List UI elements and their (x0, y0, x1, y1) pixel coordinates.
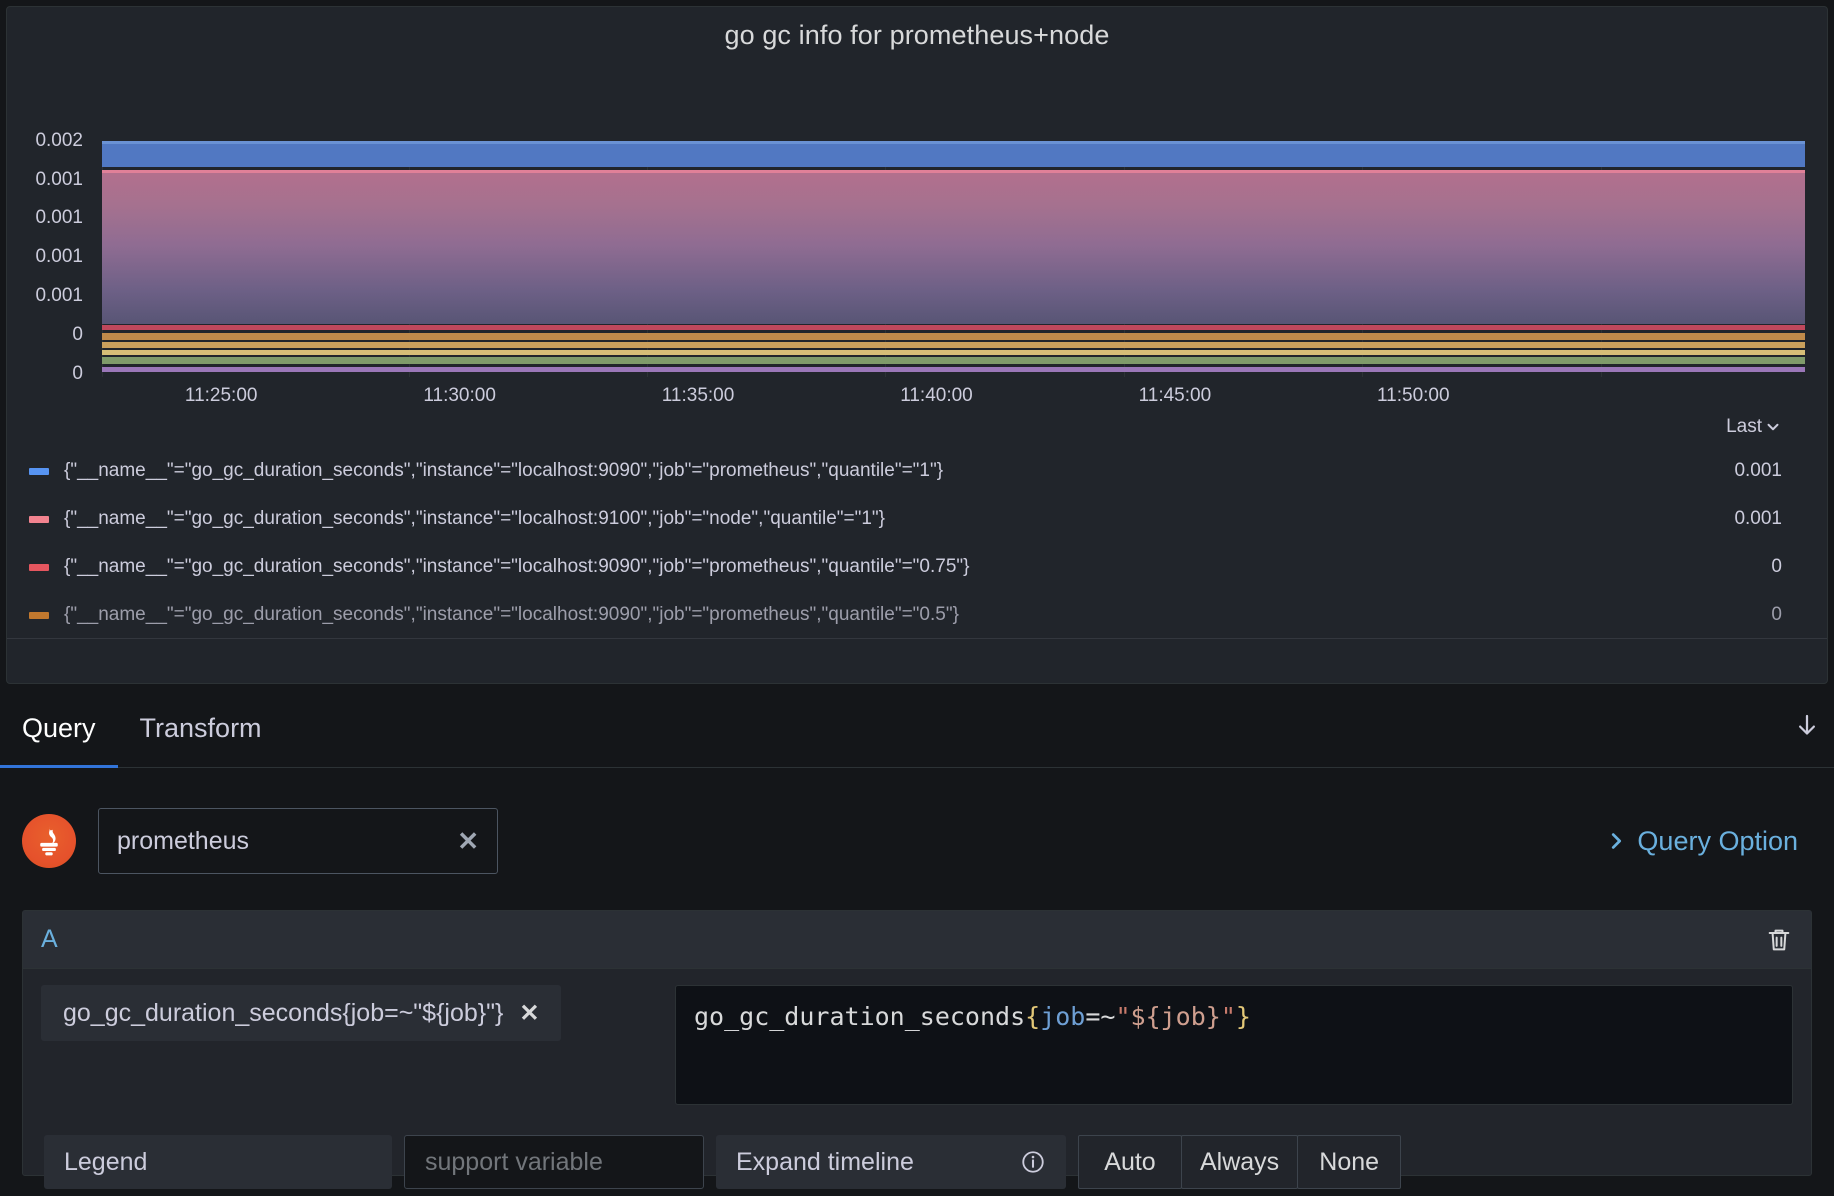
editor-tab-bar: Query Transform (0, 690, 1834, 768)
arrow-down-icon (1799, 714, 1815, 735)
expand-timeline-radio-group: Auto Always None (1078, 1135, 1402, 1189)
legend-color-swatch[interactable] (29, 611, 49, 619)
y-axis-tick: 0 (72, 324, 83, 345)
legend-item-value: 0 (1771, 604, 1782, 625)
legend-color-swatch[interactable] (29, 515, 49, 523)
tab-transform[interactable]: Transform (118, 690, 284, 768)
legend-item-label: {"__name__"="go_gc_duration_seconds","in… (64, 460, 944, 481)
query-body: go_gc_duration_seconds{job=~"${job}"} ✕ … (23, 969, 1811, 1105)
y-axis-tick: 0.001 (35, 246, 83, 267)
radio-auto-label: Auto (1104, 1147, 1156, 1176)
legend-option-label: Legend (44, 1135, 392, 1189)
legend-label-text: Legend (64, 1147, 148, 1176)
query-row-header: A (23, 911, 1811, 969)
tab-query-label: Query (22, 713, 96, 743)
legend: Last {"__name__"="go_gc_duration_seconds… (7, 407, 1827, 639)
promql-quote-close: " (1220, 1002, 1236, 1031)
radio-always-label: Always (1200, 1147, 1280, 1176)
series-band-prometheus-q1 (102, 141, 1805, 167)
legend-item-value: 0.001 (1734, 508, 1782, 529)
metric-selector-pill[interactable]: go_gc_duration_seconds{job=~"${job}"} ✕ (41, 985, 562, 1041)
legend-item[interactable]: {"__name__"="go_gc_duration_seconds","in… (7, 591, 1827, 639)
legend-header-label: Last (1726, 416, 1762, 437)
metric-pill-column: go_gc_duration_seconds{job=~"${job}"} ✕ (41, 985, 657, 1105)
panel-editor-root: go gc info for prometheus+node 0.002 0.0… (0, 0, 1834, 1196)
legend-item-label: {"__name__"="go_gc_duration_seconds","in… (64, 604, 959, 625)
series-line-extra-violet (102, 367, 1805, 372)
x-axis-tick: 11:45:00 (1138, 385, 1212, 406)
prometheus-flame-icon (40, 826, 58, 856)
expand-timeline-label: Expand timeline (736, 1147, 914, 1176)
series-line-prometheus-q075 (102, 325, 1805, 330)
y-axis-tick: 0.001 (35, 285, 83, 306)
series-line-extra-yellow (102, 350, 1805, 355)
y-axis-tick: 0 (72, 363, 83, 384)
x-axis-tick: 11:30:00 (423, 385, 496, 406)
legend-format-input[interactable] (404, 1135, 704, 1189)
query-options-toggle[interactable]: Query Option (1605, 826, 1812, 857)
collapse-pane-button[interactable] (1792, 711, 1822, 746)
tab-query[interactable]: Query (0, 690, 118, 768)
legend-color-swatch[interactable] (29, 563, 49, 571)
promql-open-brace: { (1025, 1002, 1041, 1031)
x-axis-tick: 11:50:00 (1377, 385, 1450, 406)
radio-none-label: None (1319, 1147, 1380, 1176)
legend-sort-last[interactable]: Last (1726, 416, 1782, 438)
query-options-label: Query Option (1637, 825, 1798, 856)
x-axis-tick: 11:40:00 (900, 385, 973, 406)
y-axis: 0.002 0.001 0.001 0.001 0.001 0 0 (7, 63, 91, 384)
legend-scroll-divider (7, 638, 1827, 639)
expand-timeline-option: Expand timeline (716, 1135, 1066, 1189)
legend-item[interactable]: {"__name__"="go_gc_duration_seconds","in… (7, 495, 1827, 543)
legend-item-label: {"__name__"="go_gc_duration_seconds","in… (64, 508, 885, 529)
x-axis-tick: 11:25:00 (184, 385, 258, 406)
radio-always[interactable]: Always (1181, 1135, 1299, 1189)
legend-item-value: 0.001 (1734, 460, 1782, 481)
series-line-extra-green (102, 357, 1805, 364)
promql-operator: =~ (1085, 1002, 1116, 1031)
time-series-plot[interactable]: 0.002 0.001 0.001 0.001 0.001 0 0 11:25:… (7, 63, 1827, 406)
trash-icon (1768, 929, 1790, 950)
legend-item-label: {"__name__"="go_gc_duration_seconds","in… (64, 556, 970, 577)
promql-quote-open: " (1115, 1002, 1131, 1031)
plot-area[interactable] (102, 141, 1805, 377)
promql-label: job (1040, 1002, 1086, 1031)
prometheus-logo-icon (22, 814, 76, 868)
tab-transform-label: Transform (139, 713, 262, 743)
info-icon-glyph (1022, 1151, 1044, 1173)
page-title: go gc info for prometheus+node (724, 19, 1110, 50)
datasource-row: prometheus ✕ Query Option (0, 790, 1834, 892)
query-ref-id[interactable]: A (41, 925, 58, 954)
legend-header: Last (7, 407, 1827, 447)
promql-close-brace: } (1235, 1002, 1251, 1031)
promql-metric: go_gc_duration_seconds (694, 1002, 1026, 1031)
legend-item-value: 0 (1771, 556, 1782, 577)
y-axis-tick: 0.002 (35, 130, 83, 151)
info-circle-icon[interactable] (1020, 1149, 1046, 1175)
datasource-value: prometheus (117, 826, 250, 855)
datasource-picker[interactable]: prometheus ✕ (98, 808, 498, 874)
legend-item[interactable]: {"__name__"="go_gc_duration_seconds","in… (7, 447, 1827, 495)
legend-item[interactable]: {"__name__"="go_gc_duration_seconds","in… (7, 543, 1827, 591)
close-icon[interactable]: ✕ (457, 826, 479, 857)
series-line-extra-orange (102, 342, 1805, 348)
series-band-node-q1 (102, 170, 1805, 324)
delete-query-button[interactable] (1765, 926, 1793, 954)
chevron-down-icon (1767, 423, 1779, 431)
query-options-row: Legend Expand timeline Auto Always None (44, 1135, 1402, 1189)
chevron-right-icon (1612, 833, 1622, 849)
panel-header: go gc info for prometheus+node (7, 7, 1827, 63)
promql-code-editor[interactable]: go_gc_duration_seconds{job=~"${job}"} (675, 985, 1793, 1105)
radio-auto[interactable]: Auto (1078, 1135, 1182, 1189)
series-line-prometheus-q05 (102, 333, 1805, 340)
visualization-panel: go gc info for prometheus+node 0.002 0.0… (6, 6, 1828, 684)
radio-none[interactable]: None (1297, 1135, 1402, 1189)
metric-pill-label: go_gc_duration_seconds{job=~"${job}"} (63, 998, 504, 1027)
promql-variable: ${job} (1130, 1002, 1221, 1031)
close-icon[interactable]: ✕ (519, 999, 539, 1028)
y-axis-tick: 0.001 (35, 207, 83, 228)
legend-color-swatch[interactable] (29, 467, 49, 475)
y-axis-tick: 0.001 (35, 169, 83, 190)
x-axis-tick: 11:35:00 (661, 385, 735, 406)
